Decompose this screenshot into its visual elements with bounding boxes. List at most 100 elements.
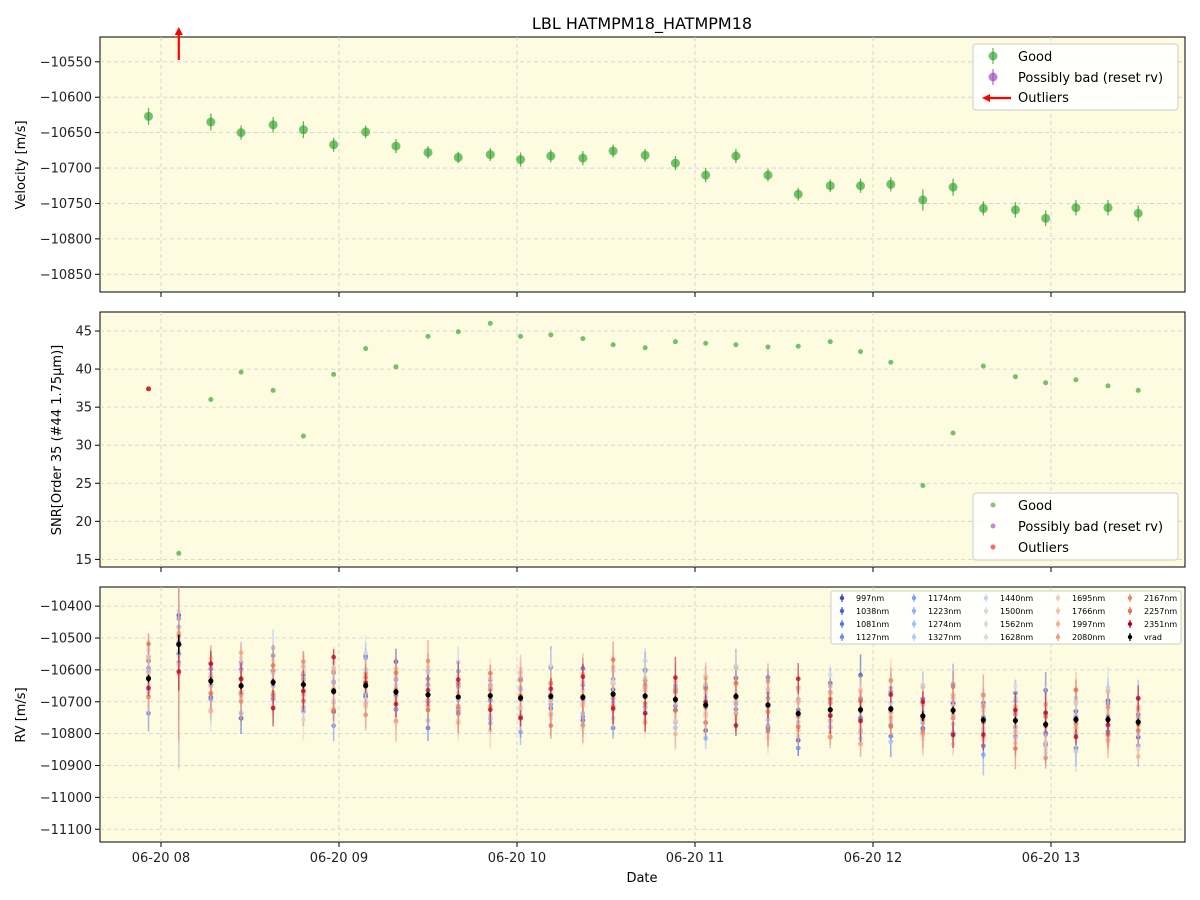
snr-point (331, 371, 337, 377)
y-tick-label: −10800 (40, 727, 92, 742)
band-point (176, 669, 182, 674)
band-point (270, 663, 276, 668)
velocity-point (856, 181, 866, 191)
vrad-point (145, 675, 152, 682)
velocity-point (608, 146, 618, 156)
band-point (1012, 683, 1018, 689)
band-point (1135, 696, 1141, 701)
vrad-point (455, 694, 461, 700)
vrad-point (331, 688, 337, 694)
velocity-point (670, 158, 680, 168)
band-point (208, 661, 214, 667)
vrad-point (208, 678, 214, 684)
snr-legend-good-label: Good (1018, 499, 1052, 514)
figure: LBL HATMPM18_HATMPM18 −10550 −10600 −10650… (14, 14, 1186, 886)
band-point (950, 732, 956, 738)
snr-point (920, 483, 926, 489)
legend-possibly-bad-label: Possibly bad (reset rv) (1018, 71, 1163, 86)
vrad-point (580, 694, 586, 700)
velocity-point (1041, 213, 1051, 223)
snr-point (642, 345, 648, 351)
band-point (580, 722, 586, 728)
snr-point (425, 333, 431, 339)
rv-y-ticks: −10400 −10500 −10600 −10700 −10800 −10900 −110… (40, 600, 100, 838)
vrad-point (270, 679, 276, 685)
legend-band-marker (1127, 608, 1133, 614)
vrad-point (610, 691, 616, 697)
vrad-point (827, 707, 833, 713)
band-point (455, 677, 461, 683)
band-point (270, 705, 276, 711)
band-point (300, 688, 306, 694)
snr-point (300, 433, 306, 439)
x-tick-label: 06-20 08 (132, 851, 190, 866)
legend-band-label: 1628nm (1000, 633, 1033, 642)
velocity-point (1071, 203, 1081, 213)
y-tick-label: 45 (75, 325, 92, 340)
band-point (425, 707, 431, 713)
band-point (703, 720, 709, 726)
snr-point (795, 343, 801, 349)
vrad-point (950, 707, 956, 713)
snr-point (548, 332, 554, 338)
band-point (765, 728, 771, 734)
band-point (146, 641, 151, 647)
y-tick-label: −10900 (40, 759, 92, 774)
band-point (393, 701, 399, 707)
legend-band-marker (911, 621, 917, 627)
band-point (673, 675, 678, 680)
snr-legend-possibly-bad-label: Possibly bad (reset rv) (1018, 520, 1163, 535)
y-tick-label: −10800 (40, 232, 92, 247)
snr-point (270, 387, 276, 393)
vrad-point (733, 693, 739, 699)
band-point (548, 723, 554, 729)
velocity-point (329, 140, 339, 150)
band-point (1105, 704, 1111, 710)
band-point (518, 677, 523, 683)
legend-band-marker (983, 608, 989, 614)
velocity-panel: −10550 −10600 −10650 −10700 −10750 −10800 −108… (14, 27, 1186, 297)
legend-good-dot (990, 502, 996, 508)
y-tick-label: −10400 (40, 600, 92, 615)
band-point (673, 731, 678, 737)
legend-good-marker (988, 51, 998, 61)
legend-band-label: 1223nm (928, 607, 961, 616)
vrad-point (548, 693, 554, 699)
snr-point (827, 339, 833, 345)
vrad-point (795, 710, 801, 717)
snr-legend-outliers-label: Outliers (1018, 541, 1069, 556)
snr-point (672, 339, 678, 345)
velocity-outlier-arrowhead (174, 27, 183, 35)
y-tick-label: −10750 (40, 197, 92, 212)
legend-band-marker (1055, 608, 1061, 614)
snr-point (1043, 380, 1049, 386)
velocity-point (640, 150, 650, 160)
legend-band-label: 2351nm (1144, 620, 1177, 629)
y-tick-label: 30 (75, 439, 92, 454)
band-point (950, 715, 956, 721)
band-point (610, 706, 616, 711)
legend-band-label: 2167nm (1144, 594, 1177, 603)
snr-point (1073, 377, 1079, 383)
y-tick-label: −10650 (40, 126, 92, 141)
legend-band-label: 1766nm (1072, 607, 1105, 616)
legend-good-label: Good (1018, 50, 1052, 65)
legend-band-marker (1127, 595, 1133, 601)
snr-point (950, 430, 956, 436)
vrad-point (857, 707, 864, 713)
legend-band-label: 1562nm (1000, 620, 1033, 629)
band-point (331, 654, 337, 660)
vrad-point (642, 693, 648, 699)
snr-point (580, 336, 586, 342)
band-point (393, 670, 399, 676)
band-point (300, 717, 306, 722)
velocity-point (1103, 203, 1113, 213)
velocity-point (763, 170, 773, 180)
y-tick-label: −11100 (40, 823, 92, 838)
legend-band-label: 2257nm (1144, 607, 1177, 616)
vrad-point (363, 682, 369, 689)
velocity-point (948, 182, 958, 192)
band-point (487, 670, 493, 676)
legend-band-marker (1055, 634, 1061, 640)
y-tick-label: 20 (75, 515, 92, 530)
